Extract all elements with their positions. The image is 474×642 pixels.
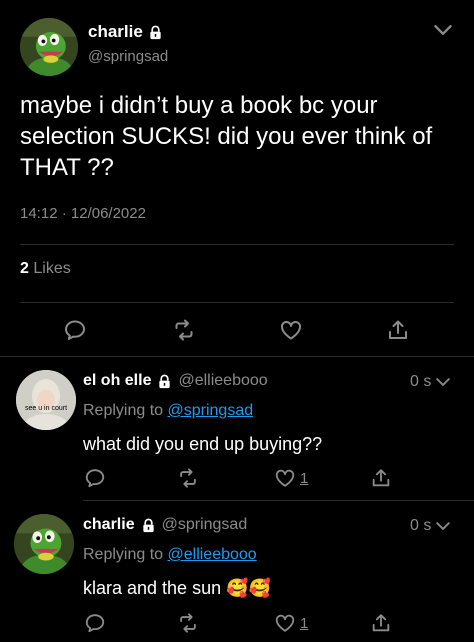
like-button[interactable]: 1 (274, 467, 308, 489)
retweet-button[interactable] (172, 318, 196, 342)
like-button[interactable] (279, 318, 303, 342)
tweet-timestamp[interactable]: 14:12 · 12/06/2022 (20, 205, 146, 222)
reply-text: klara and the sun (83, 578, 222, 598)
retweet-button[interactable] (177, 467, 199, 489)
more-options-button[interactable] (430, 17, 456, 43)
tweet-time: 14:12 (20, 205, 58, 222)
heart-icon (274, 467, 296, 489)
divider (20, 244, 454, 245)
reply-icon (84, 612, 106, 634)
avatar-image (20, 18, 78, 76)
avatar[interactable] (20, 18, 78, 76)
heart-icon (274, 612, 296, 634)
lock-icon (148, 25, 163, 40)
share-button[interactable] (386, 318, 410, 342)
reply-button[interactable] (84, 612, 106, 634)
reply-time: 0 s (410, 373, 432, 390)
chevron-down-icon (430, 17, 456, 43)
retweet-button[interactable] (177, 612, 199, 634)
like-count: 1 (300, 469, 309, 487)
divider (20, 302, 454, 303)
share-icon (370, 467, 392, 489)
share-icon (386, 318, 410, 342)
replying-to-label: Replying to (83, 546, 164, 563)
reply-button[interactable] (84, 467, 106, 489)
avatar-caption: see u in court (24, 405, 68, 412)
avatar-image (16, 370, 76, 430)
tweet-date: 12/06/2022 (70, 205, 146, 222)
chevron-down-icon[interactable] (433, 516, 453, 536)
emoji: 🥰🥰 (226, 578, 271, 598)
reply-icon (84, 467, 106, 489)
lock-icon (141, 518, 156, 533)
reply-author-name[interactable]: el oh elle (83, 372, 151, 390)
avatar[interactable]: see u in court (16, 370, 76, 430)
replying-to-link[interactable]: @ellieebooo (168, 546, 257, 563)
likes-count: 2 (20, 260, 29, 277)
share-button[interactable] (370, 467, 392, 489)
tweet-text: maybe i didn’t buy a book bc your select… (20, 92, 433, 181)
reply-button[interactable] (63, 318, 87, 342)
likes-count-link[interactable]: 2 Likes (20, 260, 71, 278)
divider (0, 356, 474, 357)
reply-handle[interactable]: @springsad (162, 516, 248, 534)
reply-text: what did you end up buying?? (83, 434, 323, 454)
reply-icon (63, 318, 87, 342)
retweet-icon (177, 467, 199, 489)
replying-to-label: Replying to (83, 402, 164, 419)
retweet-icon (172, 318, 196, 342)
avatar[interactable] (14, 514, 74, 574)
retweet-icon (177, 612, 199, 634)
lock-icon (157, 374, 172, 389)
heart-icon (279, 318, 303, 342)
chevron-down-icon[interactable] (433, 372, 453, 392)
replying-to-link[interactable]: @springsad (168, 402, 254, 419)
share-icon (370, 612, 392, 634)
reply-author-name[interactable]: charlie (83, 516, 135, 534)
reply-time: 0 s (410, 517, 432, 534)
like-button[interactable]: 1 (274, 612, 308, 634)
like-count: 1 (300, 614, 309, 632)
author-name[interactable]: charlie (88, 22, 143, 42)
avatar-image (14, 514, 74, 574)
separator-dot: · (61, 205, 67, 222)
divider (83, 500, 474, 501)
share-button[interactable] (370, 612, 392, 634)
likes-label: Likes (33, 260, 71, 277)
author-handle[interactable]: @springsad (88, 48, 168, 65)
reply-handle[interactable]: @ellieebooo (178, 372, 267, 390)
